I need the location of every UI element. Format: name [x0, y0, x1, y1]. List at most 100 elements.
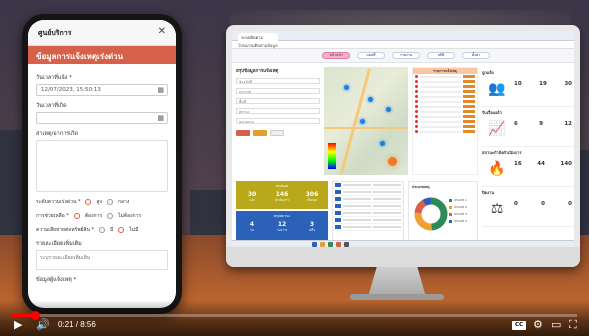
summary-number: 12: [564, 121, 572, 127]
filter-field[interactable]: หน่วยงาน: [236, 118, 320, 124]
stat-cell: 306 ทั้งหมด: [298, 191, 326, 203]
summary-card[interactable]: ปิดงาน ⚖ 0 0 0: [482, 187, 574, 227]
summary-number: 9: [539, 121, 543, 127]
map-marker[interactable]: [360, 119, 365, 124]
donut-panel: ประเภทเหตุ ประเภท 1 ประเภท 2 ประเภท 3 ปร…: [408, 181, 478, 243]
search-button[interactable]: [236, 130, 250, 136]
summary-card-numbers: 0 0 0: [514, 201, 572, 207]
filter-field[interactable]: ช่วงวันที่: [236, 78, 320, 84]
captions-button[interactable]: CC: [512, 321, 526, 330]
table-row[interactable]: [333, 182, 403, 189]
map-color-legend: [328, 143, 336, 169]
close-icon[interactable]: ✕: [158, 26, 166, 37]
radio-label: ความเสียหายต่อทรัพย์สิน *: [36, 227, 94, 233]
donut-legend: ประเภท 1 ประเภท 2 ประเภท 3 ประเภท 4: [449, 198, 467, 226]
nav-pill[interactable]: หน้าหลัก: [322, 52, 350, 59]
time-display: 0:21 / 8:56: [58, 320, 96, 329]
radio-option-label: ต้องการ: [84, 213, 103, 219]
map-marker[interactable]: [386, 107, 391, 112]
radio-option[interactable]: [73, 213, 80, 219]
summary-card[interactable]: รับเรื่องแล้ว 📈 6 9 12: [482, 107, 574, 147]
calendar-icon[interactable]: ▦: [157, 86, 164, 94]
field-label-occurred-time: วันเวลาที่เกิด: [36, 103, 67, 109]
nav-pill[interactable]: สถิติ: [427, 52, 455, 59]
stat-label: เสร็จ: [308, 228, 316, 232]
nav-pill[interactable]: แผนที่: [357, 52, 385, 59]
os-taskbar: [232, 240, 574, 247]
table-row[interactable]: [333, 224, 403, 231]
filter-field[interactable]: พื้นที่: [236, 98, 320, 104]
radio-option[interactable]: [85, 199, 92, 205]
monitor-screen: ระบบติดตาม โปรแกรมติดตามข้อมูล หน้าหลัก …: [232, 31, 574, 247]
radio-option[interactable]: [106, 199, 113, 205]
filter-field[interactable]: สถานะ: [236, 108, 320, 114]
table-row[interactable]: [333, 203, 403, 210]
legend-item: ประเภท 1: [449, 198, 467, 203]
legend-item: ประเภท 2: [449, 205, 467, 210]
reset-button[interactable]: [253, 130, 267, 136]
stat-label: ระหว่าง: [276, 228, 288, 232]
stat-number: 30: [247, 191, 257, 198]
fullscreen-icon[interactable]: ⛶: [569, 318, 577, 332]
radio-row-urgency: ระดับความเร่งด่วน * สูง กลาง: [36, 198, 168, 206]
monitor-mockup: ระบบติดตาม โปรแกรมติดตามข้อมูล หน้าหลัก …: [226, 25, 580, 267]
stat-cell: 3 เสร็จ: [298, 221, 326, 233]
stat-cell: 4 รอ: [238, 221, 266, 233]
progress-bar[interactable]: [12, 311, 577, 320]
radio-option[interactable]: [118, 227, 125, 233]
phone-screen: ศูนย์บริการ ✕ ข้อมูลการแจ้งเหตุเร่งด่วน …: [28, 20, 176, 308]
table-row[interactable]: [333, 196, 403, 203]
legend-label: ประเภท 3: [454, 212, 467, 216]
map-marker[interactable]: [344, 85, 349, 90]
legend-label: ประเภท 1: [454, 198, 467, 202]
cause-textarea[interactable]: [36, 140, 168, 192]
table-row[interactable]: [333, 217, 403, 224]
summary-number: 0: [514, 201, 518, 207]
reported-time-input[interactable]: 12/07/2023, 15:50:13 ▦: [36, 84, 168, 96]
incident-map[interactable]: [324, 67, 408, 175]
nav-pill[interactable]: ตั้งค่า: [462, 52, 490, 59]
map-marker[interactable]: [368, 97, 373, 102]
url-bar[interactable]: โปรแกรมติดตามข้อมูล: [232, 41, 574, 49]
summary-card[interactable]: สถานะกำลังดำเนินการ 🔥 16 44 140: [482, 147, 574, 187]
notes-input[interactable]: ระบุรายละเอียดเพิ่มเติม: [36, 250, 168, 270]
browser-tabbar: ระบบติดตาม: [232, 31, 574, 41]
incident-list: รายการแจ้งเหตุ: [412, 67, 478, 175]
settings-icon[interactable]: ⚙: [533, 318, 543, 331]
phone-mockup: ศูนย์บริการ ✕ ข้อมูลการแจ้งเหตุเร่งด่วน …: [22, 14, 182, 314]
summary-number: 6: [514, 121, 518, 127]
export-button[interactable]: [270, 130, 284, 136]
phone-app-title: ศูนย์บริการ: [38, 29, 72, 37]
summary-number: 0: [541, 201, 545, 207]
stat-label: ทั้งหมด: [307, 198, 317, 202]
summary-card-numbers: 6 9 12: [514, 121, 572, 127]
stat-number: 306: [305, 191, 319, 198]
radio-option[interactable]: [99, 227, 105, 233]
filter-panel-title: สรุปข้อมูลการแจ้งเหตุ: [236, 69, 279, 74]
miniplayer-icon[interactable]: ▭: [551, 318, 561, 331]
radio-option[interactable]: [107, 213, 114, 219]
stats-yellow-title: สรุปยอด: [275, 184, 289, 188]
stat-number: 3: [309, 221, 315, 228]
list-item[interactable]: [413, 129, 477, 134]
filter-field[interactable]: ประเภท: [236, 88, 320, 94]
map-marker[interactable]: [380, 141, 385, 146]
stat-number: 12: [277, 221, 287, 228]
map-hotspot[interactable]: [388, 157, 397, 166]
calendar-icon[interactable]: ▦: [157, 114, 164, 122]
radio-row-help: การช่วยเหลือ * ต้องการ ไม่ต้องการ: [36, 212, 168, 220]
monitor-stand: [368, 267, 426, 297]
reporter-section-label: ข้อมูลผู้แจ้งเหตุ *: [36, 277, 77, 283]
browser-tab[interactable]: ระบบติดตาม: [238, 33, 278, 41]
radio-option-label: มี: [110, 227, 114, 233]
table-row[interactable]: [333, 189, 403, 196]
legend-item: ประเภท 4: [449, 219, 467, 224]
nav-pill[interactable]: รายงาน: [392, 52, 420, 59]
play-icon[interactable]: ▶: [14, 318, 22, 331]
occurred-time-input[interactable]: ▦: [36, 112, 168, 124]
volume-icon[interactable]: 🔊: [36, 318, 50, 331]
donut-title: ประเภทเหตุ: [412, 185, 430, 189]
notes-label: รายละเอียดเพิ่มเติม: [36, 241, 82, 247]
summary-card[interactable]: ถูกแจ้ง 👥 10 19 30: [482, 67, 574, 107]
table-row[interactable]: [333, 210, 403, 217]
